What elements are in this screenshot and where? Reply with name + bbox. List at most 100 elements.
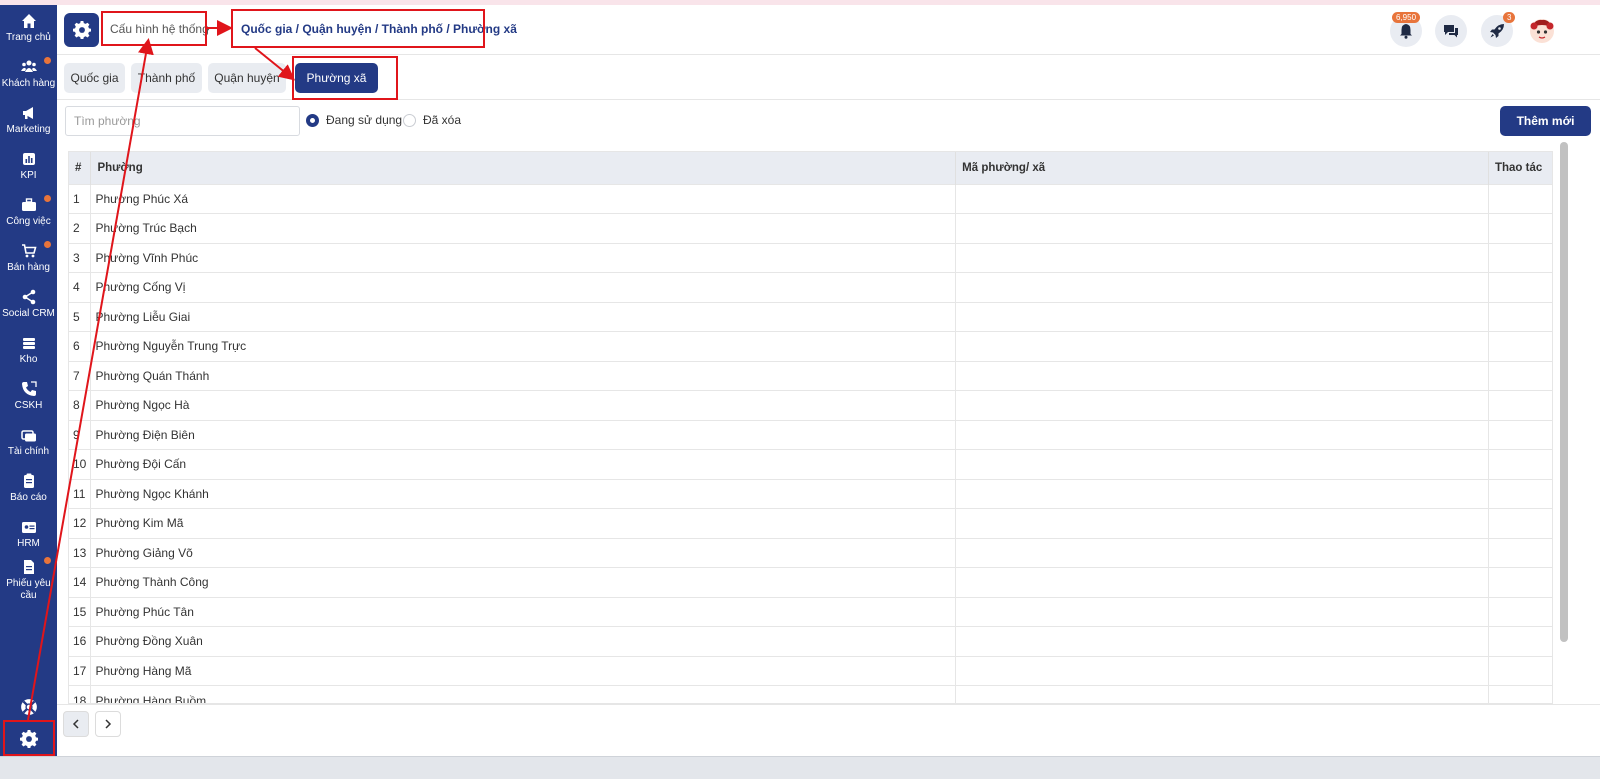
sidebar-item-social-crm[interactable]: Social CRM — [0, 286, 57, 330]
cell-ward-name: Phường Kim Mã — [90, 508, 957, 538]
cell-index: 13 — [69, 537, 92, 568]
briefcase-icon — [21, 198, 36, 211]
warehouse-icon — [22, 338, 35, 349]
tab-country[interactable]: Quốc gia — [64, 63, 125, 93]
sidebar-item-marketing[interactable]: Marketing — [0, 102, 57, 146]
cell-index: 7 — [69, 360, 92, 391]
sidebar-item-label: Kho — [19, 354, 38, 365]
settings-button[interactable] — [64, 13, 99, 47]
cell-actions — [1488, 360, 1552, 391]
cell-actions — [1488, 242, 1552, 273]
cell-ward-name: Phường Thành Công — [90, 567, 957, 597]
table-row[interactable]: 15 Phường Phúc Tân — [69, 596, 1552, 627]
table-row[interactable]: 12 Phường Kim Mã — [69, 508, 1552, 538]
sidebar-item-label: Công việc — [6, 216, 51, 227]
cell-actions — [1488, 419, 1552, 450]
table-row[interactable]: 3 Phường Vĩnh Phúc — [69, 242, 1552, 273]
rocket-button[interactable]: 3 — [1481, 12, 1516, 47]
cell-actions — [1488, 626, 1552, 656]
notifications-button[interactable]: 6,950 — [1390, 12, 1422, 47]
table-row[interactable]: 18 Phường Hàng Buồm — [69, 685, 1552, 703]
table-row[interactable]: 4 Phường Cống Vị — [69, 272, 1552, 302]
notification-dot — [44, 57, 51, 64]
table-row[interactable]: 8 Phường Ngọc Hà — [69, 390, 1552, 420]
sidebar-item-reports[interactable]: Báo cáo — [0, 470, 57, 514]
table-header-row: # Phường Mã phường/ xã Thao tác — [69, 152, 1552, 184]
next-page-button[interactable] — [95, 711, 121, 737]
cell-index: 15 — [69, 596, 92, 627]
table-row[interactable]: 2 Phường Trúc Bạch — [69, 213, 1552, 243]
cell-ward-code — [955, 331, 1489, 361]
sidebar-item-label: Tài chính — [7, 446, 50, 457]
bell-icon — [1400, 24, 1412, 39]
cell-actions — [1488, 655, 1552, 686]
id-card-icon — [21, 522, 36, 533]
taskbar — [0, 756, 1600, 779]
table-row[interactable]: 13 Phường Giảng Võ — [69, 537, 1552, 568]
cell-actions — [1488, 596, 1552, 627]
table-row[interactable]: 7 Phường Quán Thánh — [69, 360, 1552, 391]
cell-ward-name: Phường Ngọc Khánh — [90, 478, 957, 509]
radio-deleted[interactable]: Đã xóa — [403, 113, 461, 127]
cell-ward-code — [955, 213, 1489, 243]
cell-ward-name: Phường Hàng Buồm — [90, 685, 957, 703]
table-row[interactable]: 9 Phường Điện Biên — [69, 419, 1552, 450]
table-row[interactable]: 10 Phường Đội Cấn — [69, 449, 1552, 479]
prev-page-button[interactable] — [63, 711, 89, 737]
sidebar-item-hrm[interactable]: HRM — [0, 516, 57, 560]
chevron-right-icon — [105, 719, 112, 729]
cell-ward-code — [955, 508, 1489, 538]
pagination — [57, 704, 1600, 740]
table-row[interactable]: 11 Phường Ngọc Khánh — [69, 478, 1552, 509]
chat-button[interactable] — [1435, 15, 1467, 47]
sidebar-item-tasks[interactable]: Công việc — [0, 194, 57, 238]
sidebar-item-requests[interactable]: Phiếu yêu cầu — [0, 556, 57, 612]
sidebar-item-finance[interactable]: Tài chính — [0, 424, 57, 468]
table-row[interactable]: 14 Phường Thành Công — [69, 567, 1552, 597]
cell-ward-code — [955, 390, 1489, 420]
cell-actions — [1488, 390, 1552, 420]
users-icon — [20, 60, 37, 72]
tab-district[interactable]: Quận huyện — [208, 63, 286, 93]
cell-index: 17 — [69, 655, 92, 686]
table-row[interactable]: 17 Phường Hàng Mã — [69, 655, 1552, 686]
cell-ward-code — [955, 685, 1489, 703]
cell-index: 2 — [69, 213, 92, 243]
sidebar-help[interactable] — [0, 692, 57, 722]
cell-ward-name: Phường Phúc Xá — [90, 183, 957, 214]
tab-city[interactable]: Thành phố — [131, 63, 202, 93]
sidebar-item-customers[interactable]: Khách hàng — [0, 56, 57, 100]
user-avatar-icon — [1530, 19, 1554, 43]
sidebar-item-label: Báo cáo — [10, 492, 47, 503]
phone-icon — [21, 381, 37, 396]
search-input[interactable] — [65, 106, 300, 136]
notification-badge: 6,950 — [1392, 12, 1421, 23]
sidebar-item-home[interactable]: Trang chủ — [0, 10, 57, 54]
sidebar-item-sales[interactable]: Bán hàng — [0, 240, 57, 284]
cell-ward-name: Phường Đội Cấn — [90, 449, 957, 479]
add-new-button[interactable]: Thêm mới — [1500, 106, 1591, 136]
cell-ward-code — [955, 419, 1489, 450]
cell-index: 3 — [69, 242, 92, 273]
cell-index: 5 — [69, 301, 92, 332]
cell-actions — [1488, 508, 1552, 538]
money-icon — [20, 430, 36, 442]
annotation-box-breadcrumb-current — [231, 9, 485, 48]
cell-index: 11 — [69, 478, 92, 509]
sidebar-item-label: Trang chủ — [6, 32, 51, 43]
annotation-box-ward-tab — [292, 56, 398, 100]
table-row[interactable]: 6 Phường Nguyễn Trung Trực — [69, 331, 1552, 361]
avatar[interactable] — [1526, 15, 1558, 47]
table-row[interactable]: 5 Phường Liễu Giai — [69, 301, 1552, 332]
sidebar-item-warehouse[interactable]: Kho — [0, 332, 57, 376]
radio-in-use[interactable]: Đang sử dụng — [306, 113, 402, 127]
cell-ward-name: Phường Nguyễn Trung Trực — [90, 331, 957, 361]
vertical-scrollbar[interactable] — [1560, 142, 1568, 642]
sidebar-item-customer-care[interactable]: CSKH — [0, 378, 57, 422]
sidebar-item-kpi[interactable]: KPI — [0, 148, 57, 192]
radio-label: Đã xóa — [423, 113, 462, 127]
cell-ward-code — [955, 567, 1489, 597]
table-row[interactable]: 16 Phường Đồng Xuân — [69, 626, 1552, 656]
table-row[interactable]: 1 Phường Phúc Xá — [69, 183, 1552, 214]
column-header-ward: Phường — [90, 152, 957, 184]
